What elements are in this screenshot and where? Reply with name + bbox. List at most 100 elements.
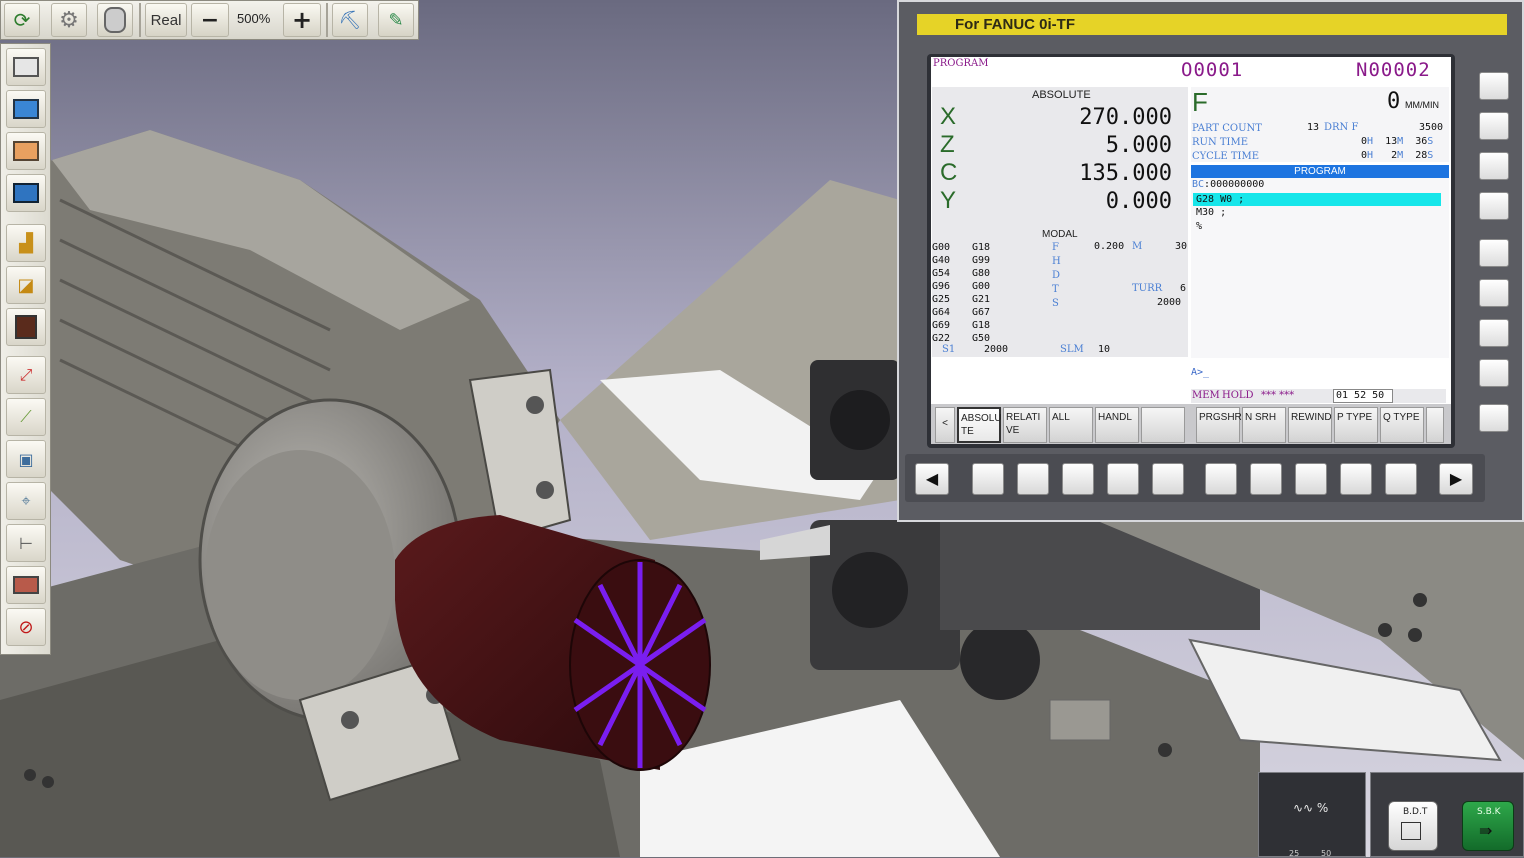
softkey-left-1[interactable]: ABSOLU TE	[957, 407, 1002, 443]
program-line-current[interactable]: G28 W0 ;	[1193, 193, 1441, 206]
caliper-icon: ⊢	[19, 533, 33, 553]
side-key-1[interactable]	[1479, 72, 1509, 100]
axis-name: Z	[940, 131, 955, 158]
part-button[interactable]	[6, 566, 46, 604]
soft-button-3[interactable]	[1062, 463, 1094, 495]
status-mode: MEM	[1192, 390, 1220, 401]
zoom-in-button[interactable]: +	[283, 3, 321, 37]
program-heading: PROGRAM	[1191, 165, 1449, 178]
axis-row-c: C 135.000	[940, 159, 1180, 187]
cycle-seconds: 28	[1415, 150, 1428, 161]
block-delete-button[interactable]: B.D.T	[1388, 801, 1438, 851]
status-state: HOLD	[1222, 390, 1254, 401]
program-line[interactable]: %	[1196, 221, 1202, 232]
side-key-9[interactable]	[1479, 404, 1509, 432]
single-block-button[interactable]: S.B.K ⇛	[1462, 801, 1514, 851]
slm-label: SLM	[1060, 344, 1084, 355]
modal-heading: MODAL	[1042, 229, 1078, 240]
machine-icon: ▟	[19, 232, 33, 254]
soft-button-6[interactable]	[1205, 463, 1237, 495]
modal-gcode-grid: G00 G18 G40 G99 G54 G80 G96 G00 G25 G21 G64 G67 G69 G…	[932, 241, 1012, 345]
left-toolbar: ▟ ◪ ⤢ ⟋ ▣ ⌖ ⊢ ⊘	[0, 43, 51, 655]
side-key-3[interactable]	[1479, 152, 1509, 180]
softkey-right-1[interactable]: N SRH	[1242, 407, 1286, 443]
prev-page-button[interactable]: ◀	[915, 463, 949, 495]
soft-button-7[interactable]	[1250, 463, 1282, 495]
soft-button-1[interactable]	[972, 463, 1004, 495]
workpiece-view-button[interactable]: ◪	[6, 266, 46, 304]
softkey-right-0[interactable]: PRGSHR	[1196, 407, 1242, 443]
softkey-left-3[interactable]: ALL	[1049, 407, 1093, 443]
collision-toggle-button[interactable]: ⊘	[6, 608, 46, 646]
top-toolbar: ⟳ ⚙ Real − 500% + ⛏ ✎	[0, 0, 419, 40]
machine-view-button[interactable]: ▟	[6, 224, 46, 262]
tool-setup-button[interactable]: ⛏	[332, 3, 368, 37]
side-key-7[interactable]	[1479, 319, 1509, 347]
feed-override-panel: ∿∿ % 25 50	[1258, 772, 1366, 858]
open-file-button[interactable]: ⟳	[4, 3, 40, 37]
coordinate-button[interactable]: ⌖	[6, 482, 46, 520]
soft-button-4[interactable]	[1107, 463, 1139, 495]
side-key-5[interactable]	[1479, 239, 1509, 267]
hours-unit: H	[1367, 150, 1374, 161]
soft-button-9[interactable]	[1340, 463, 1372, 495]
seconds-unit: S	[1427, 150, 1434, 161]
axis-name: Y	[940, 187, 957, 214]
zoom-out-button[interactable]: −	[191, 3, 229, 37]
soft-button-8[interactable]	[1295, 463, 1327, 495]
cube-side-icon	[13, 141, 39, 161]
soft-button-2[interactable]	[1017, 463, 1049, 495]
run-time-value: 0H 13M 36S	[1361, 136, 1433, 147]
status-time: 01 52 50	[1333, 389, 1393, 403]
softkey-right-2[interactable]: REWIND	[1288, 407, 1332, 443]
softkey-right-3[interactable]: P TYPE	[1334, 407, 1378, 443]
open-file-icon: ⟳	[13, 8, 31, 32]
view-side-button[interactable]	[6, 132, 46, 170]
sbk-label: S.B.K	[1477, 807, 1501, 817]
soft-button-10[interactable]	[1385, 463, 1417, 495]
gcode-cell: G69	[932, 320, 951, 331]
view-iso-button[interactable]	[6, 48, 46, 86]
side-key-4[interactable]	[1479, 192, 1509, 220]
gcode-cell: G67	[972, 307, 991, 318]
side-key-2[interactable]	[1479, 112, 1509, 140]
stock-view-button[interactable]	[6, 308, 46, 346]
input-line[interactable]: A>_	[1191, 360, 1449, 378]
s1-label: S1	[942, 344, 956, 355]
screen-label: PROGRAM	[933, 58, 989, 69]
feed-unit: MM/MIN	[1405, 100, 1439, 110]
feed-panel: F 0 MM/MIN PART COUNT RUN TIME CYCLE TIM…	[1191, 87, 1449, 162]
softkey-left-2[interactable]: RELATI VE	[1003, 407, 1047, 443]
view-top-button[interactable]	[6, 174, 46, 212]
next-page-button[interactable]: ▶	[1439, 463, 1473, 495]
axis-name: C	[940, 159, 958, 186]
view-front-button[interactable]	[6, 90, 46, 128]
cube-top-icon	[13, 183, 39, 203]
tool-path-icon: ⟋	[20, 407, 32, 426]
slm-value: 10	[1098, 344, 1111, 355]
axis-button[interactable]: ⤢	[6, 356, 46, 394]
softkey-left-0[interactable]: <	[935, 407, 955, 443]
softkey-left-4[interactable]: HANDL	[1095, 407, 1139, 443]
run-seconds: 36	[1415, 136, 1428, 147]
side-key-8[interactable]	[1479, 359, 1509, 387]
cylinder-view-button[interactable]	[97, 3, 133, 37]
soft-button-5[interactable]	[1152, 463, 1184, 495]
softkey-right-5[interactable]	[1426, 407, 1444, 443]
softkey-right-4[interactable]: Q TYPE	[1380, 407, 1424, 443]
softkey-left-5[interactable]	[1141, 407, 1185, 443]
fixture-button[interactable]: ▣	[6, 440, 46, 478]
real-mode-button[interactable]: Real	[145, 3, 187, 37]
chuck-view-button[interactable]: ⚙	[51, 3, 87, 37]
tool-path-button[interactable]: ⟋	[6, 398, 46, 436]
plus-icon: +	[291, 6, 313, 34]
modal-m-label: M	[1132, 241, 1143, 252]
side-key-6[interactable]	[1479, 279, 1509, 307]
status-bar: MEM HOLD *** *** 01 52 50	[1191, 389, 1446, 403]
minutes-unit: M	[1397, 150, 1404, 161]
program-line[interactable]: M30 ;	[1196, 207, 1226, 218]
drn-value: 3500	[1419, 122, 1444, 133]
measure-tool-button[interactable]: ⊢	[6, 524, 46, 562]
modal-label-t: T	[1052, 284, 1059, 295]
measure-button[interactable]: ✎	[378, 3, 414, 37]
